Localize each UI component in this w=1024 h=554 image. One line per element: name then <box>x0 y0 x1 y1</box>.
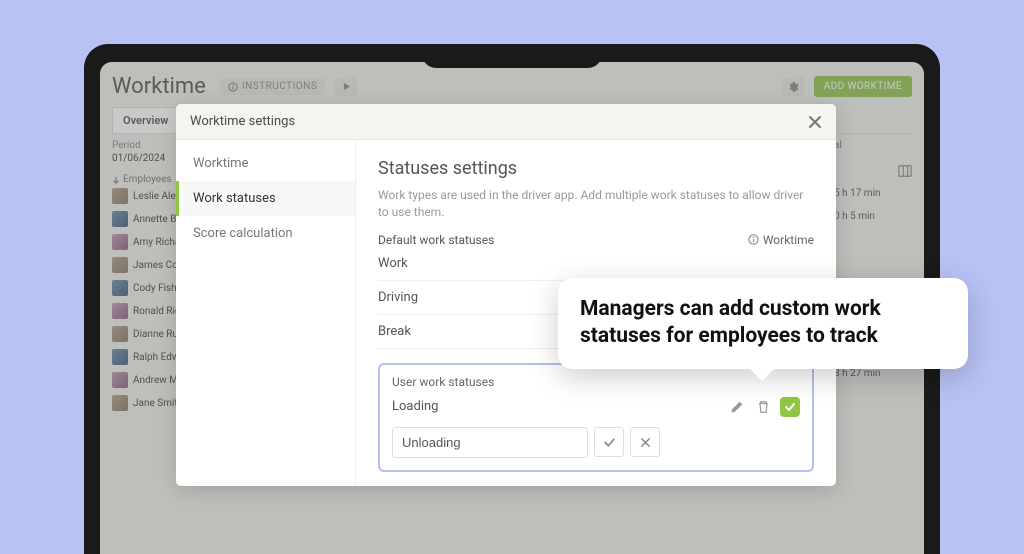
nav-item-worktime[interactable]: Worktime <box>176 146 355 181</box>
check-icon <box>603 436 616 449</box>
pencil-icon <box>730 400 744 414</box>
user-status-label: Loading <box>392 399 720 414</box>
close-icon <box>808 115 822 129</box>
worktime-column-header: Worktime <box>748 233 814 247</box>
section-title: Statuses settings <box>378 158 814 179</box>
delete-button[interactable] <box>754 398 772 416</box>
nav-item-work-statuses[interactable]: Work statuses <box>176 181 355 216</box>
edit-button[interactable] <box>728 398 746 416</box>
section-description: Work types are used in the driver app. A… <box>378 187 814 221</box>
check-icon <box>784 401 796 413</box>
status-work: Work <box>378 247 814 281</box>
cancel-button[interactable] <box>630 427 660 457</box>
trash-icon <box>757 400 770 414</box>
close-icon <box>640 437 651 448</box>
confirm-button[interactable] <box>594 427 624 457</box>
enabled-toggle[interactable] <box>780 397 800 417</box>
feature-callout: Managers can add custom work statuses fo… <box>558 278 968 369</box>
default-statuses-header: Default work statuses <box>378 233 494 247</box>
user-statuses-header: User work statuses <box>392 375 800 389</box>
user-status-row: Loading <box>392 397 800 417</box>
modal-title: Worktime settings <box>190 114 295 129</box>
device-notch <box>422 44 602 68</box>
close-button[interactable] <box>808 115 822 129</box>
info-icon <box>748 234 759 245</box>
settings-nav: Worktime Work statuses Score calculation <box>176 140 356 486</box>
nav-item-score-calculation[interactable]: Score calculation <box>176 216 355 251</box>
new-status-input[interactable] <box>392 427 588 458</box>
